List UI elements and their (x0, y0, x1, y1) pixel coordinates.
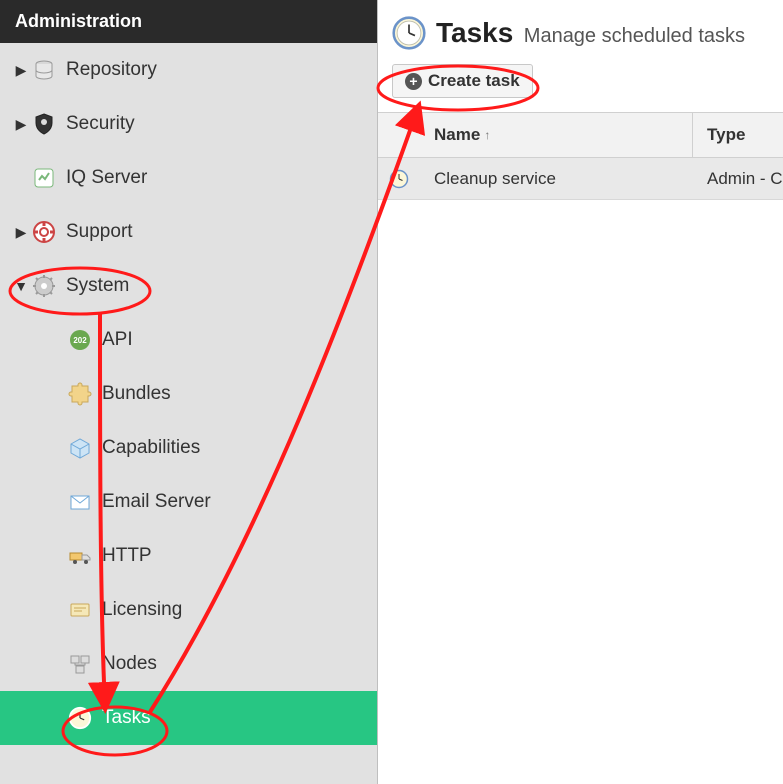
sidebar-item-label: Licensing (102, 599, 182, 621)
sidebar: Administration ▶ Repository ▶ Security IQ Se… (0, 0, 378, 784)
content-area: Tasks Manage scheduled tasks + Create ta… (378, 0, 783, 784)
sidebar-item-capabilities[interactable]: Capabilities (0, 421, 377, 475)
sidebar-item-system[interactable]: ▼ System (0, 259, 377, 313)
tasks-table: Name ↑ Type Cleanup service Admin - C (378, 112, 783, 200)
create-task-button[interactable]: + Create task (392, 64, 533, 98)
database-icon (32, 58, 56, 82)
clock-icon (392, 16, 426, 50)
caret-right-icon: ▶ (14, 116, 28, 133)
header-name[interactable]: Name ↑ (420, 113, 693, 157)
sidebar-nav: ▶ Repository ▶ Security IQ Server ▶ Support ▼ Sy… (0, 43, 377, 784)
sidebar-item-label: Bundles (102, 383, 171, 405)
sidebar-item-label: Tasks (102, 707, 151, 729)
sidebar-item-label: Capabilities (102, 437, 200, 459)
table-header-row: Name ↑ Type (378, 113, 783, 158)
header-icon-col (378, 113, 420, 157)
caret-down-icon: ▼ (14, 278, 28, 294)
sidebar-item-bundles[interactable]: Bundles (0, 367, 377, 421)
sidebar-item-label: Support (66, 221, 133, 243)
row-icon (378, 169, 420, 189)
iq-icon (32, 166, 56, 190)
sidebar-item-licensing[interactable]: Licensing (0, 583, 377, 637)
mail-icon (68, 490, 92, 514)
sidebar-item-iq-server[interactable]: IQ Server (0, 151, 377, 205)
sidebar-item-api[interactable]: 202 API (0, 313, 377, 367)
truck-icon (68, 544, 92, 568)
sidebar-item-label: HTTP (102, 545, 152, 567)
gear-icon (32, 274, 56, 298)
page-header: Tasks Manage scheduled tasks (378, 0, 783, 60)
plus-icon: + (405, 73, 422, 90)
caret-right-icon: ▶ (14, 224, 28, 241)
sidebar-item-label: System (66, 275, 129, 297)
caret-right-icon: ▶ (14, 62, 28, 79)
page-subtitle: Manage scheduled tasks (524, 25, 745, 47)
license-icon (68, 598, 92, 622)
sidebar-item-support[interactable]: ▶ Support (0, 205, 377, 259)
sort-asc-icon: ↑ (484, 128, 490, 142)
nodes-icon (68, 652, 92, 676)
api-icon: 202 (68, 328, 92, 352)
sidebar-item-repository[interactable]: ▶ Repository (0, 43, 377, 97)
puzzle-icon (68, 382, 92, 406)
sidebar-item-nodes[interactable]: Nodes (0, 637, 377, 691)
create-task-label: Create task (428, 71, 520, 91)
sidebar-title: Administration (0, 0, 377, 43)
sidebar-item-label: Nodes (102, 653, 157, 675)
sidebar-item-email-server[interactable]: Email Server (0, 475, 377, 529)
toolbar: + Create task (378, 60, 783, 112)
sidebar-item-security[interactable]: ▶ Security (0, 97, 377, 151)
sidebar-item-label: Repository (66, 59, 157, 81)
sidebar-item-label: Email Server (102, 491, 211, 513)
page-title: Tasks (436, 17, 513, 48)
row-name: Cleanup service (420, 169, 693, 189)
sidebar-item-http[interactable]: HTTP (0, 529, 377, 583)
header-type[interactable]: Type (693, 113, 783, 157)
shield-icon (32, 112, 56, 136)
box-icon (68, 436, 92, 460)
row-type: Admin - C (693, 169, 783, 189)
clock-icon (68, 706, 92, 730)
sidebar-item-tasks[interactable]: Tasks (0, 691, 377, 745)
sidebar-item-label: IQ Server (66, 167, 147, 189)
lifebuoy-icon (32, 220, 56, 244)
table-row[interactable]: Cleanup service Admin - C (378, 158, 783, 200)
svg-text:202: 202 (73, 336, 87, 345)
sidebar-item-label: API (102, 329, 133, 351)
sidebar-item-label: Security (66, 113, 135, 135)
